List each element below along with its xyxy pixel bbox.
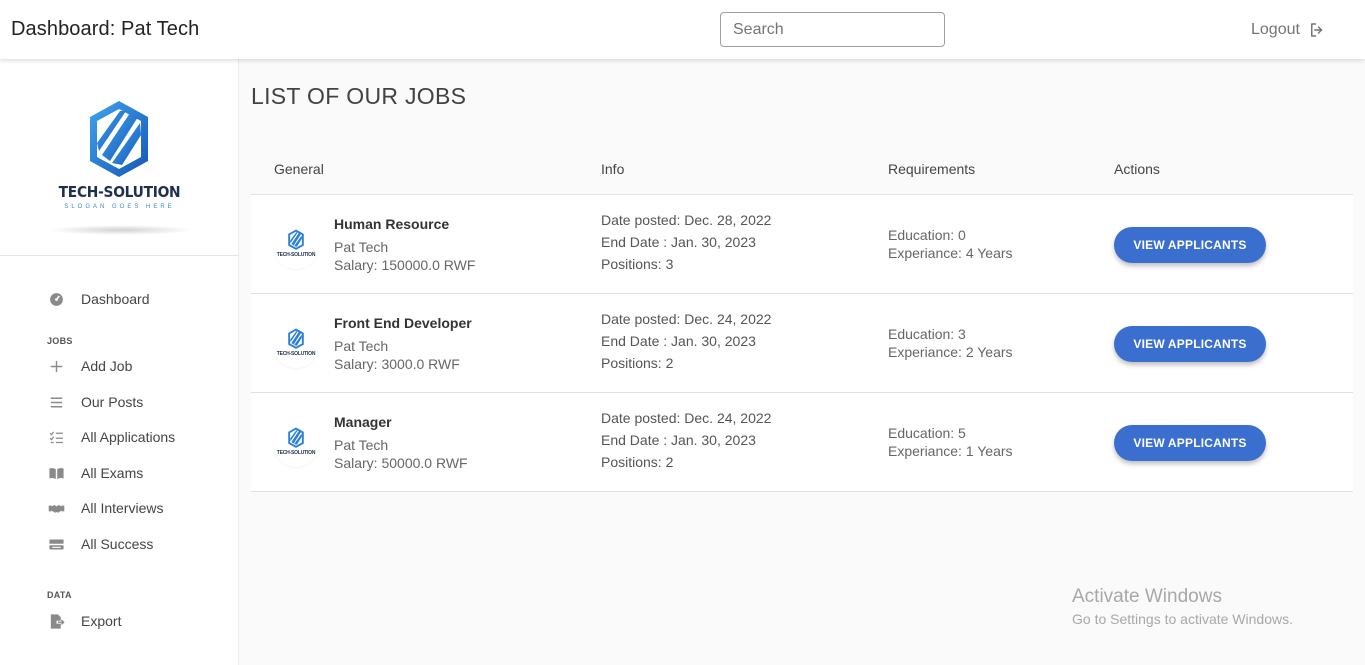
activate-windows-subtitle: Go to Settings to activate Windows. (1072, 611, 1293, 627)
tech-solution-logo-icon (90, 101, 148, 177)
ticket-icon (47, 535, 65, 553)
table-row: TECH-SOLUTION Manager Pat Tech Salary: 5… (251, 393, 1353, 492)
page-header-title: Dashboard: Pat Tech (11, 18, 200, 40)
table-header: General Info Requirements Actions (251, 145, 1353, 195)
sidebar-item-all-interviews[interactable]: All Interviews (0, 493, 239, 523)
top-bar: Dashboard: Pat Tech Logout (0, 0, 1365, 59)
section-label-jobs: JOBS (47, 336, 73, 346)
job-salary: Salary: 3000.0 RWF (334, 356, 460, 372)
job-experience: Experiance: 2 Years (888, 344, 1013, 360)
sidebar-logo: TECH-SOLUTION SLOGAN GOES HERE (0, 59, 239, 256)
sidebar-item-label: Add Job (81, 358, 133, 374)
job-positions: Positions: 2 (601, 454, 674, 470)
job-experience: Experiance: 4 Years (888, 245, 1013, 261)
list-icon (47, 393, 65, 411)
view-applicants-button[interactable]: VIEW APPLICANTS (1114, 326, 1266, 362)
section-label-data: DATA (47, 590, 72, 600)
job-title: Front End Developer (334, 315, 472, 331)
logo-slogan: SLOGAN GOES HERE (64, 204, 175, 210)
job-title: Human Resource (334, 216, 450, 232)
view-applicants-button[interactable]: VIEW APPLICANTS (1114, 425, 1266, 461)
company-logo: TECH-SOLUTION (274, 225, 318, 269)
logout-label: Logout (1251, 21, 1300, 38)
sidebar-item-label: Export (81, 613, 122, 629)
sidebar-item-label: All Exams (81, 465, 144, 481)
sidebar-item-label: All Applications (81, 429, 176, 445)
sidebar-item-all-applications[interactable]: All Applications (0, 422, 239, 452)
logout-icon (1310, 23, 1323, 37)
job-education: Education: 5 (888, 425, 966, 441)
activate-windows-title: Activate Windows (1072, 586, 1222, 607)
job-date-posted: Date posted: Dec. 24, 2022 (601, 311, 772, 327)
job-education: Education: 3 (888, 326, 966, 342)
job-education: Education: 0 (888, 227, 966, 243)
column-header-requirements: Requirements (888, 161, 976, 177)
tech-solution-logo-icon (288, 229, 304, 250)
company-logo: TECH-SOLUTION (274, 324, 318, 368)
tech-solution-logo-icon (288, 427, 304, 448)
table-row: TECH-SOLUTION Human Resource Pat Tech Sa… (251, 195, 1353, 294)
job-positions: Positions: 2 (601, 355, 674, 371)
sidebar-item-label: Our Posts (81, 394, 144, 410)
page-title: LIST OF OUR JOBS (251, 83, 467, 109)
tech-solution-logo-icon (288, 328, 304, 349)
job-salary: Salary: 50000.0 RWF (334, 455, 468, 471)
job-end-date: End Date : Jan. 30, 2023 (601, 432, 756, 448)
job-date-posted: Date posted: Dec. 28, 2022 (601, 212, 772, 228)
column-header-actions: Actions (1114, 161, 1160, 177)
job-positions: Positions: 3 (601, 256, 674, 272)
sidebar-item-all-success[interactable]: All Success (0, 529, 239, 559)
sidebar-item-export[interactable]: Export (0, 606, 239, 636)
company-logo: TECH-SOLUTION (274, 423, 318, 467)
dashboard-icon (47, 290, 65, 308)
jobs-table: General Info Requirements Actions TECH-S… (251, 145, 1353, 492)
column-header-info: Info (601, 161, 625, 177)
view-applicants-button[interactable]: VIEW APPLICANTS (1114, 227, 1266, 263)
job-experience: Experiance: 1 Years (888, 443, 1013, 459)
logo-shadow (48, 225, 194, 235)
job-company: Pat Tech (334, 239, 389, 255)
sidebar-item-all-exams[interactable]: All Exams (0, 458, 239, 488)
table-row: TECH-SOLUTION Front End Developer Pat Te… (251, 294, 1353, 393)
logo-name: TECH-SOLUTION (58, 183, 181, 201)
job-end-date: End Date : Jan. 30, 2023 (601, 333, 756, 349)
job-salary: Salary: 150000.0 RWF (334, 257, 476, 273)
sidebar-item-label: All Success (81, 536, 154, 552)
job-company: Pat Tech (334, 437, 389, 453)
column-header-general: General (274, 161, 324, 177)
job-title: Manager (334, 414, 392, 430)
search-input[interactable] (720, 12, 945, 47)
handshake-icon (47, 499, 65, 517)
sidebar: TECH-SOLUTION SLOGAN GOES HERE Dashboard… (0, 59, 239, 665)
job-date-posted: Date posted: Dec. 24, 2022 (601, 410, 772, 426)
checklist-icon (47, 428, 65, 446)
job-company: Pat Tech (334, 338, 389, 354)
sidebar-item-add-job[interactable]: Add Job (0, 351, 239, 381)
logout-button[interactable]: Logout (1251, 20, 1326, 40)
company-logo-name: TECH-SOLUTION (276, 252, 316, 258)
company-logo-name: TECH-SOLUTION (276, 450, 316, 456)
plus-icon (47, 357, 65, 375)
sidebar-item-label: Dashboard (81, 291, 150, 307)
sidebar-item-label: All Interviews (81, 500, 164, 516)
book-icon (47, 464, 65, 482)
job-end-date: End Date : Jan. 30, 2023 (601, 234, 756, 250)
sidebar-item-dashboard[interactable]: Dashboard (0, 284, 239, 314)
sidebar-item-our-posts[interactable]: Our Posts (0, 387, 239, 417)
company-logo-name: TECH-SOLUTION (276, 351, 316, 357)
export-icon (47, 612, 65, 630)
